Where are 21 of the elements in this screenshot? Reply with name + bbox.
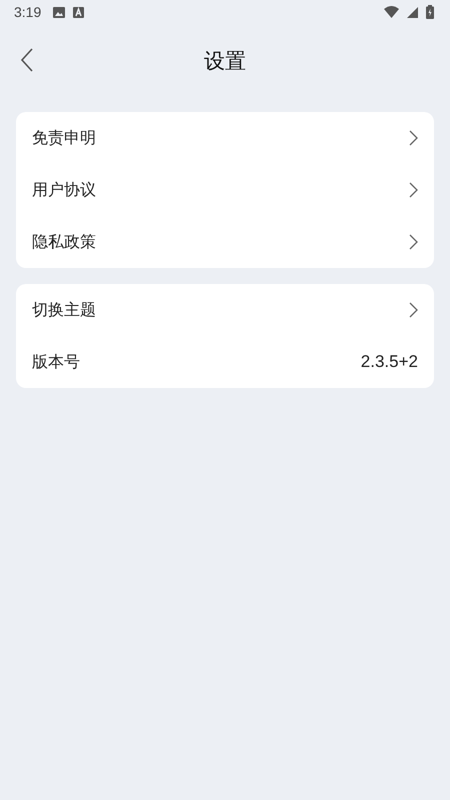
- item-label: 隐私政策: [32, 232, 96, 252]
- status-time: 3:19: [14, 4, 42, 20]
- notification-icon: [73, 6, 84, 18]
- settings-item[interactable]: 用户协议: [32, 164, 418, 216]
- settings-item[interactable]: 切换主题: [32, 284, 418, 336]
- chevron-right-icon: [409, 234, 418, 250]
- item-label: 用户协议: [32, 180, 96, 200]
- settings-item[interactable]: 隐私政策: [32, 216, 418, 268]
- wifi-icon: [384, 6, 399, 18]
- chevron-right-icon: [409, 182, 418, 198]
- version-value: 2.3.5+2: [360, 352, 418, 372]
- page-title: 设置: [204, 48, 246, 75]
- item-label: 免责申明: [32, 128, 96, 148]
- battery-icon: [426, 5, 434, 19]
- settings-item[interactable]: 免责申明: [32, 112, 418, 164]
- chevron-right-icon: [409, 130, 418, 146]
- item-label: 切换主题: [32, 300, 96, 320]
- signal-icon: [407, 6, 418, 18]
- chevron-right-icon: [409, 302, 418, 318]
- image-icon: [53, 6, 66, 18]
- item-label: 版本号: [32, 352, 80, 372]
